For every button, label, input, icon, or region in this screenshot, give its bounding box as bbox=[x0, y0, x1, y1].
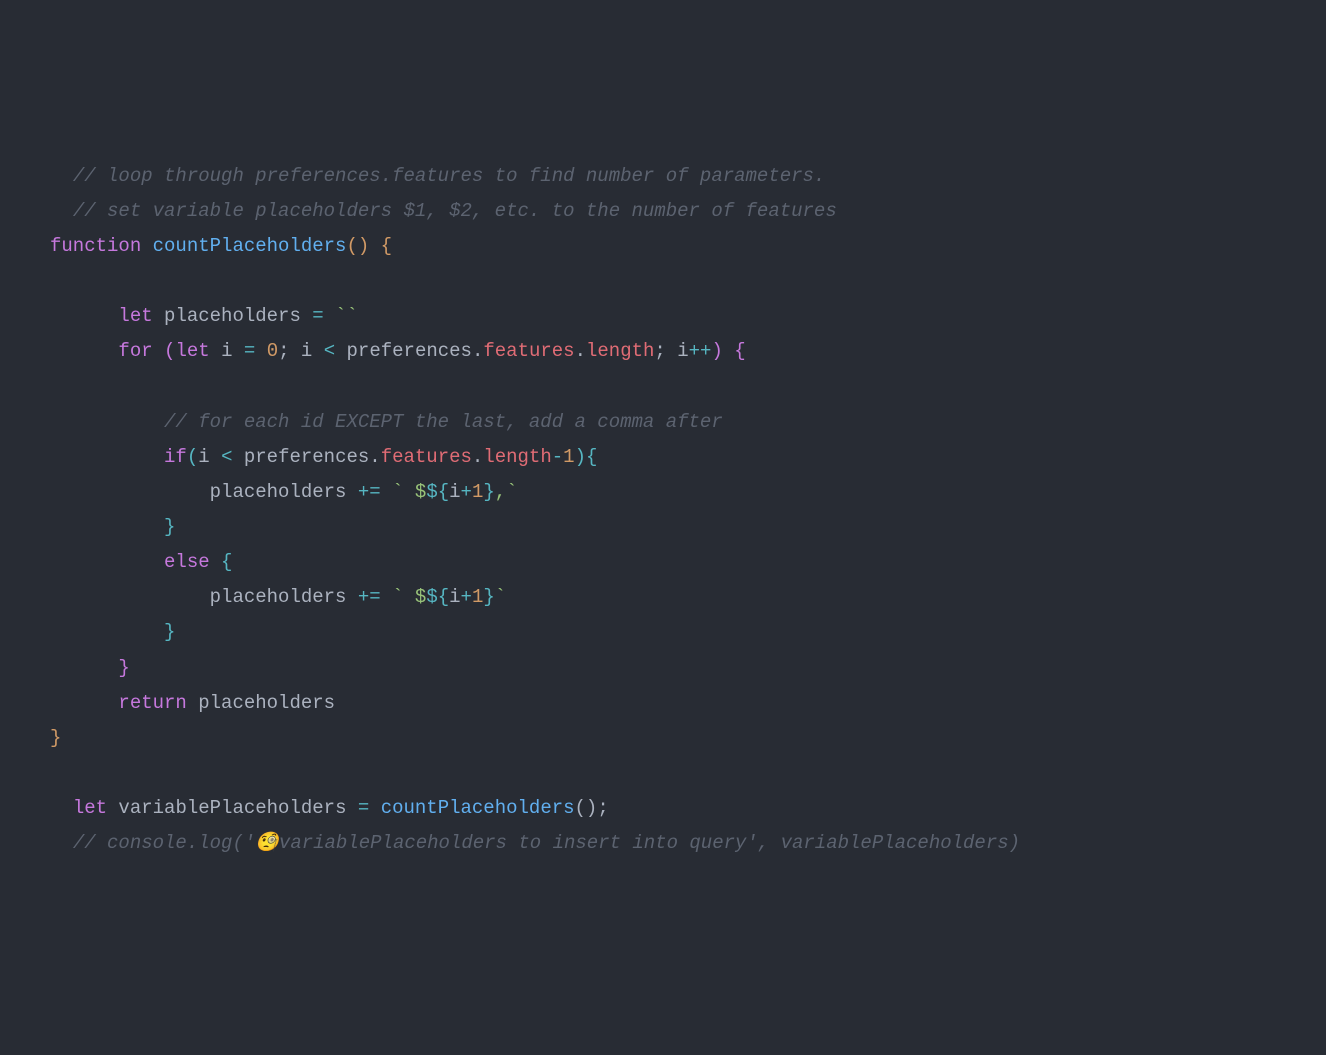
operator: += bbox=[358, 586, 381, 608]
code-line: // for each id EXCEPT the last, add a co… bbox=[50, 411, 723, 433]
function-name: countPlaceholders bbox=[153, 235, 347, 257]
function-call: countPlaceholders bbox=[381, 797, 575, 819]
keyword-let: let bbox=[175, 340, 209, 362]
code-line bbox=[50, 270, 61, 292]
operator: += bbox=[358, 481, 381, 503]
operator: + bbox=[461, 586, 472, 608]
code-line: placeholders += ` $${i+1}` bbox=[50, 586, 506, 608]
code-line: } bbox=[50, 621, 175, 643]
code-line: // loop through preferences.features to … bbox=[50, 165, 825, 187]
brace: { bbox=[734, 340, 745, 362]
comment: variablePlaceholders to insert into quer… bbox=[279, 832, 1020, 854]
variable: placeholders bbox=[210, 586, 358, 608]
code-line: if(i < preferences.features.length-1){ bbox=[50, 446, 597, 468]
variable: placeholders bbox=[187, 692, 335, 714]
template-close: } bbox=[483, 586, 494, 608]
string-literal: , bbox=[495, 481, 506, 503]
variable: i bbox=[198, 446, 221, 468]
variable: variablePlaceholders bbox=[107, 797, 358, 819]
paren: ( bbox=[153, 340, 176, 362]
operator: < bbox=[324, 340, 335, 362]
number: 1 bbox=[472, 586, 483, 608]
variable: i bbox=[449, 586, 460, 608]
variable: i bbox=[449, 481, 460, 503]
operator: = bbox=[358, 797, 369, 819]
code-line bbox=[50, 375, 61, 397]
operator: = bbox=[244, 340, 255, 362]
keyword-function: function bbox=[50, 235, 141, 257]
template-open: ${ bbox=[426, 481, 449, 503]
code-line: for (let i = 0; i < preferences.features… bbox=[50, 340, 746, 362]
operator: < bbox=[221, 446, 232, 468]
string-literal: $ bbox=[404, 586, 427, 608]
code-line: function countPlaceholders() { bbox=[50, 235, 392, 257]
brace: { bbox=[210, 551, 233, 573]
object: preferences bbox=[335, 340, 472, 362]
operator: = bbox=[312, 305, 323, 327]
code-line: let placeholders = `` bbox=[50, 305, 358, 327]
template-close: } bbox=[483, 481, 494, 503]
brace: } bbox=[118, 657, 129, 679]
string-literal: $ bbox=[404, 481, 427, 503]
object: preferences bbox=[232, 446, 369, 468]
keyword-if: if bbox=[164, 446, 187, 468]
template-open: ${ bbox=[426, 586, 449, 608]
string: `` bbox=[324, 305, 358, 327]
code-line: return placeholders bbox=[50, 692, 335, 714]
keyword-let: let bbox=[118, 305, 152, 327]
brace: } bbox=[50, 727, 61, 749]
operator: + bbox=[461, 481, 472, 503]
code-line: let variablePlaceholders = countPlacehol… bbox=[50, 797, 609, 819]
emoji-icon: 🧐 bbox=[255, 832, 279, 854]
backtick: ` bbox=[381, 481, 404, 503]
paren: ) bbox=[575, 446, 586, 468]
code-line: } bbox=[50, 657, 130, 679]
property: features bbox=[381, 446, 472, 468]
comment: // set variable placeholders $1, $2, etc… bbox=[73, 200, 837, 222]
paren: () bbox=[346, 235, 369, 257]
number: 1 bbox=[472, 481, 483, 503]
code-line: // set variable placeholders $1, $2, etc… bbox=[50, 200, 837, 222]
brace: { bbox=[586, 446, 597, 468]
brace: } bbox=[164, 516, 175, 538]
backtick: ` bbox=[495, 586, 506, 608]
property: features bbox=[483, 340, 574, 362]
variable: placeholders bbox=[153, 305, 313, 327]
code-line bbox=[50, 762, 61, 784]
code-line: } bbox=[50, 516, 175, 538]
property: length bbox=[483, 446, 551, 468]
brace: { bbox=[369, 235, 392, 257]
comment: // for each id EXCEPT the last, add a co… bbox=[164, 411, 723, 433]
number: 0 bbox=[267, 340, 278, 362]
operator: ++ bbox=[689, 340, 712, 362]
keyword-let: let bbox=[73, 797, 107, 819]
operator: - bbox=[552, 446, 563, 468]
keyword-for: for bbox=[118, 340, 152, 362]
code-line: else { bbox=[50, 551, 232, 573]
paren: ) bbox=[711, 340, 734, 362]
comment: // console.log(' bbox=[73, 832, 255, 854]
code-line: placeholders += ` $${i+1},` bbox=[50, 481, 518, 503]
paren: ( bbox=[187, 446, 198, 468]
comment: // loop through preferences.features to … bbox=[73, 165, 826, 187]
code-line: // console.log('🧐variablePlaceholders to… bbox=[50, 832, 1020, 854]
keyword-return: return bbox=[118, 692, 186, 714]
code-editor[interactable]: // loop through preferences.features to … bbox=[50, 159, 1326, 862]
brace: } bbox=[164, 621, 175, 643]
code-line: } bbox=[50, 727, 61, 749]
property: length bbox=[586, 340, 654, 362]
variable: i bbox=[210, 340, 244, 362]
keyword-else: else bbox=[164, 551, 210, 573]
variable: placeholders bbox=[210, 481, 358, 503]
backtick: ` bbox=[381, 586, 404, 608]
backtick: ` bbox=[506, 481, 517, 503]
call-parens: (); bbox=[575, 797, 609, 819]
number: 1 bbox=[563, 446, 574, 468]
